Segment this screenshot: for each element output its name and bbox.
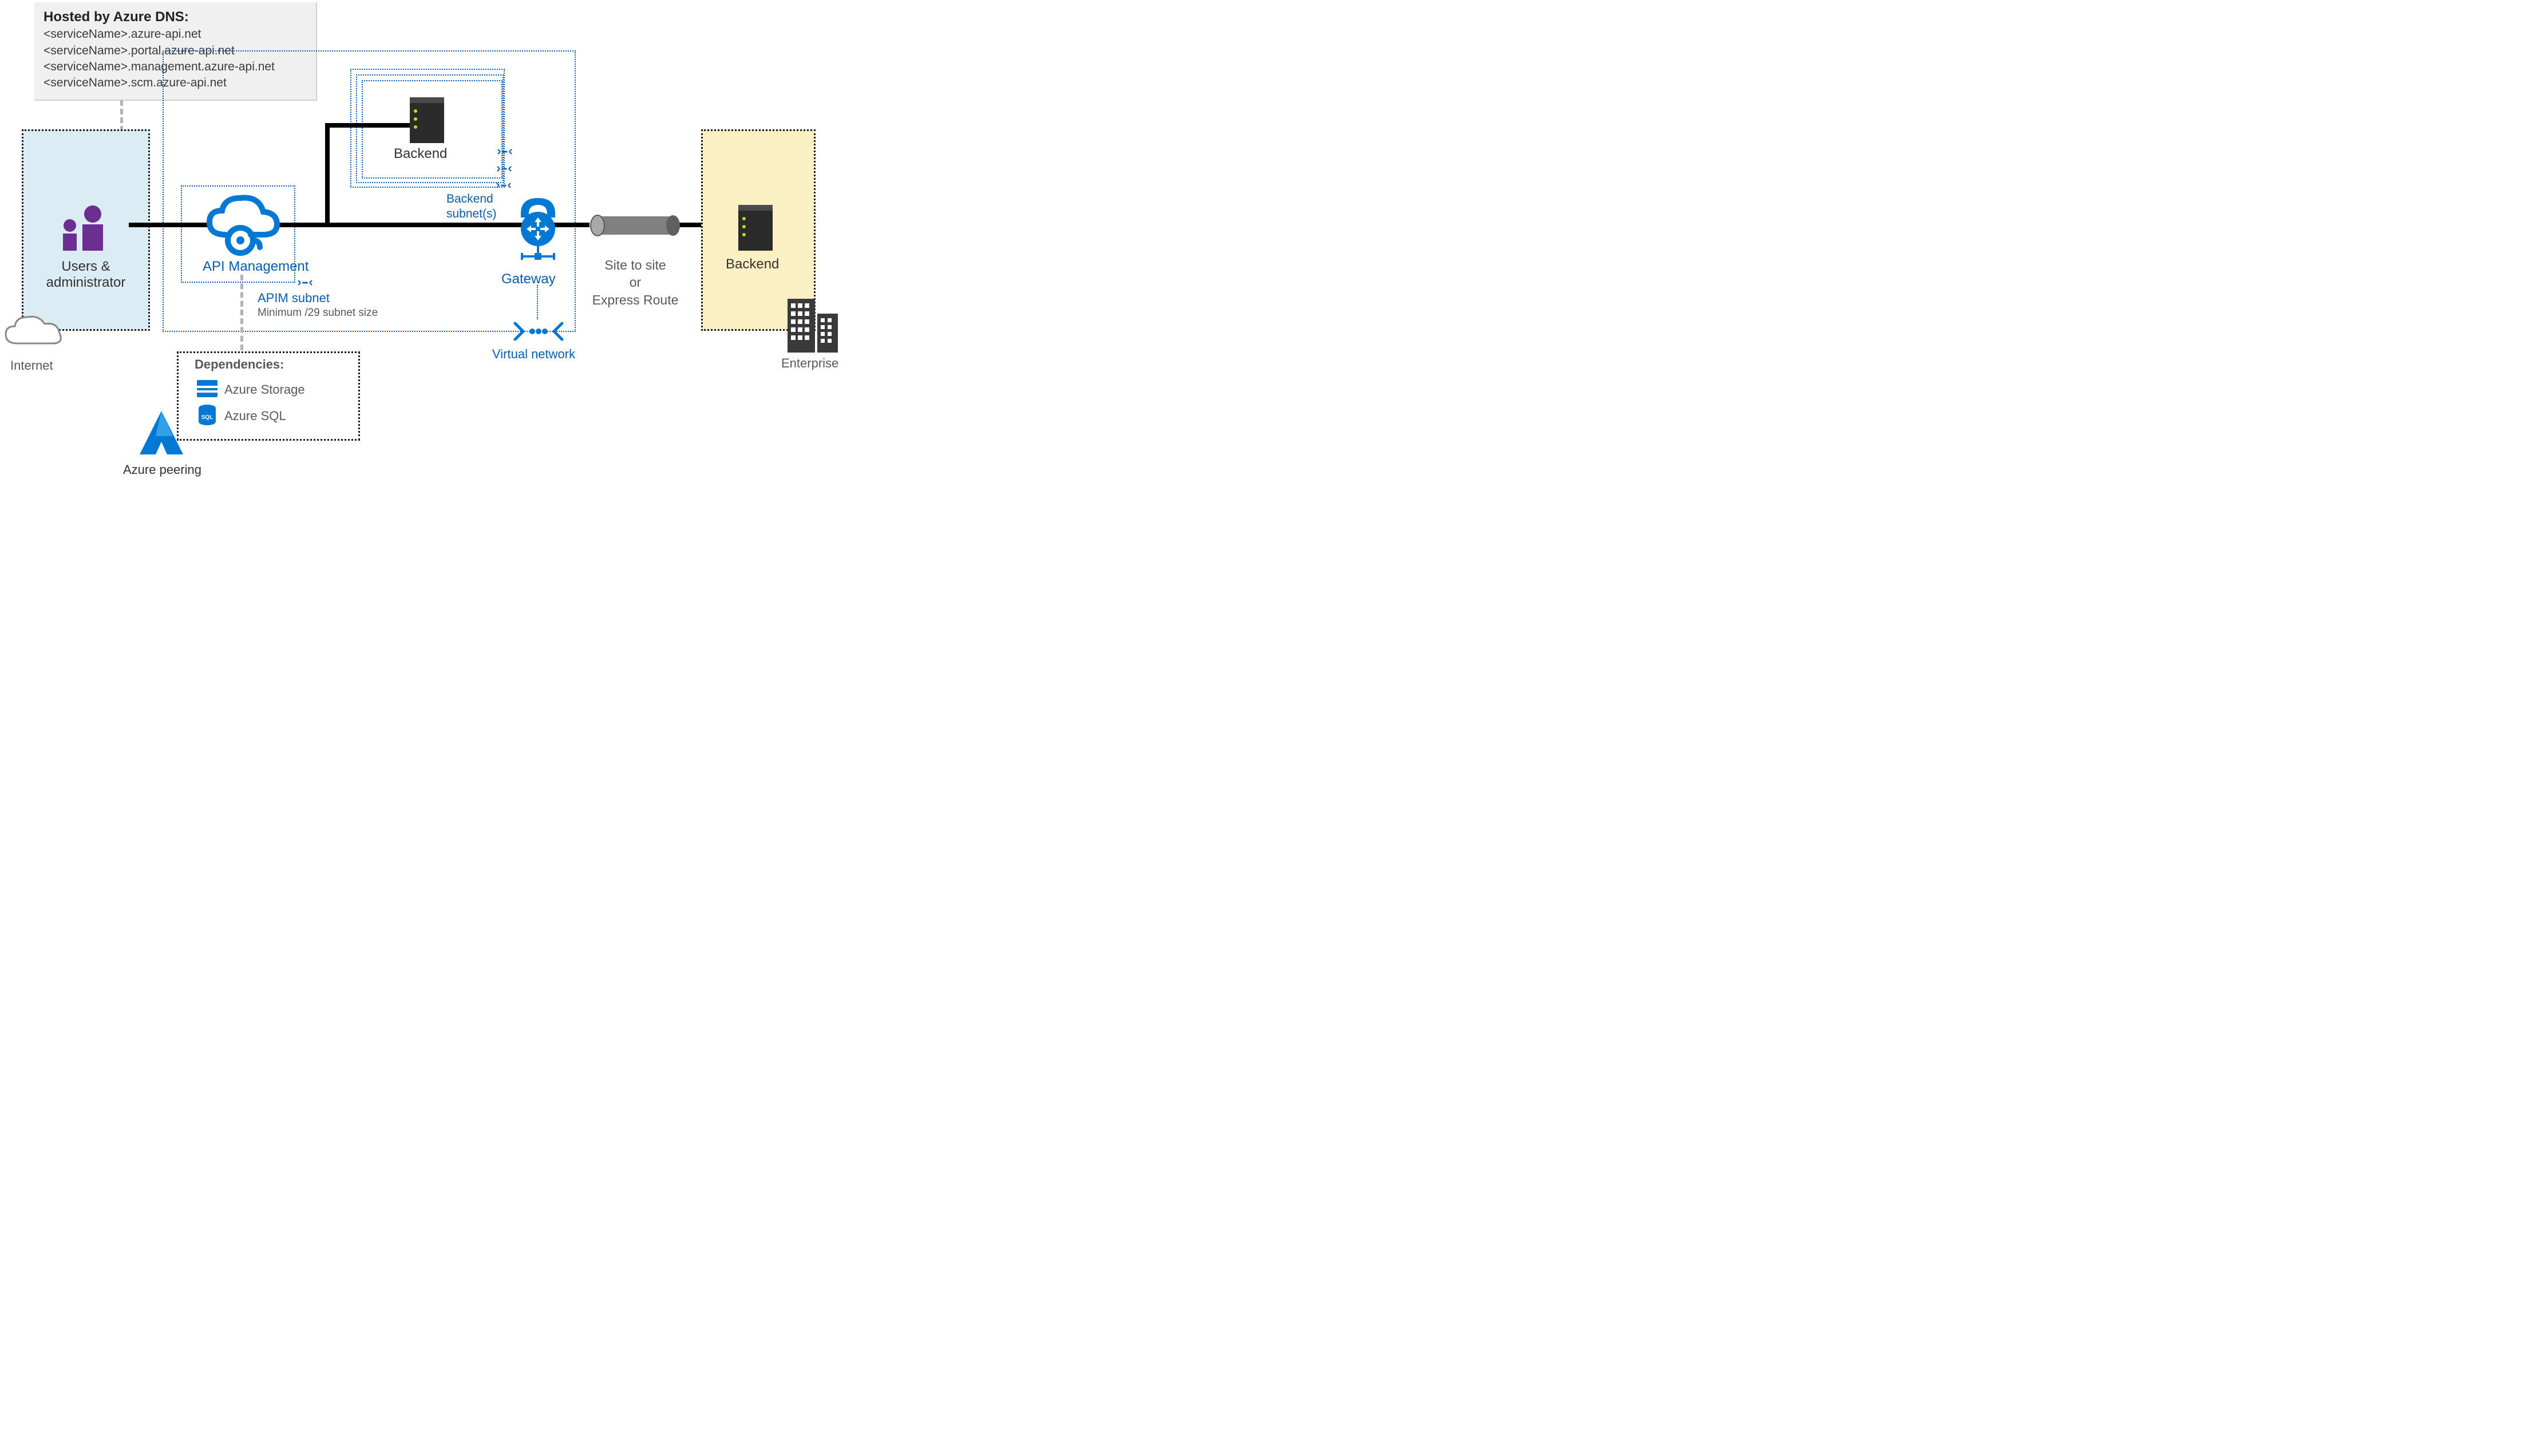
api-management-label: API Management bbox=[203, 259, 308, 275]
users-and-administrator-label: Users & administrator bbox=[29, 259, 143, 291]
dependency-sql-label: Azure SQL bbox=[224, 409, 286, 424]
azure-sql-icon: SQL bbox=[197, 404, 217, 427]
apim-subnet-label: APIM subnet bbox=[258, 291, 330, 306]
azure-peering-label: Azure peering bbox=[123, 462, 201, 477]
dns-line-1: <serviceName>.azure-api.net bbox=[43, 26, 307, 42]
backend-server-icon bbox=[410, 97, 444, 143]
dns-title: Hosted by Azure DNS: bbox=[43, 8, 307, 26]
s2s-line3: Express Route bbox=[592, 292, 679, 307]
backend-h-line bbox=[325, 123, 411, 128]
s2s-line1: Site to site bbox=[604, 258, 666, 272]
apim-deps-connector bbox=[240, 275, 243, 350]
dependencies-title: Dependencies: bbox=[195, 357, 284, 372]
peering-glyph-icon bbox=[497, 148, 512, 156]
enterprise-backend-server-icon bbox=[738, 205, 773, 251]
peering-glyph-icon bbox=[497, 165, 512, 173]
backend-subnets-label: Backend subnet(s) bbox=[446, 192, 515, 222]
dependency-storage-label: Azure Storage bbox=[224, 382, 305, 397]
enterprise-backend-label: Backend bbox=[726, 256, 779, 272]
buildings-icon bbox=[783, 292, 840, 354]
apim-subnet-note: Minimum /29 subnet size bbox=[258, 307, 378, 319]
s2s-line2: or bbox=[630, 275, 641, 290]
gateway-icon bbox=[509, 193, 567, 268]
users-icon bbox=[57, 200, 114, 253]
peering-glyph-icon bbox=[298, 279, 312, 287]
azure-logo-icon bbox=[133, 407, 190, 459]
tunnel-icon bbox=[589, 213, 681, 238]
svg-text:SQL: SQL bbox=[201, 414, 213, 421]
backend-center-label: Backend bbox=[394, 146, 447, 162]
internet-label: Internet bbox=[10, 358, 53, 373]
virtual-network-label: Virtual network bbox=[492, 347, 575, 362]
users-label-line1: Users & bbox=[61, 259, 110, 274]
gateway-to-vnet-line bbox=[537, 285, 538, 319]
enterprise-label: Enterprise bbox=[781, 356, 838, 371]
architecture-diagram: Hosted by Azure DNS: <serviceName>.azure… bbox=[0, 0, 846, 485]
peering-glyph-icon bbox=[496, 181, 511, 189]
backend-v-line bbox=[325, 123, 330, 226]
api-management-icon bbox=[206, 195, 280, 258]
internet-cloud-icon bbox=[0, 309, 69, 355]
users-label-line2: administrator bbox=[46, 275, 126, 290]
gateway-label: Gateway bbox=[501, 271, 556, 287]
virtual-network-icon bbox=[513, 317, 564, 346]
site-to-site-label: Site to site or Express Route bbox=[584, 256, 687, 308]
azure-storage-icon bbox=[196, 379, 219, 398]
